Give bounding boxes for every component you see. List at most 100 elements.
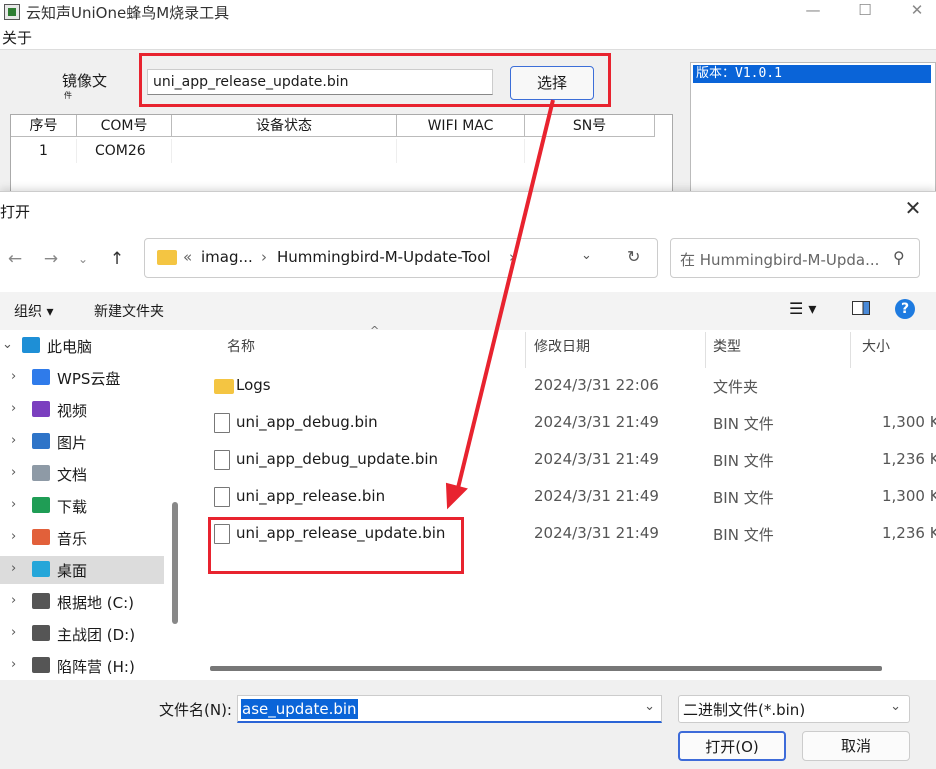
nav-item[interactable]: › WPS云盘: [0, 364, 164, 392]
chevron-right-icon[interactable]: ›: [11, 497, 16, 512]
open-button[interactable]: 打开(O): [678, 731, 786, 761]
file-size: 1,300 K: [882, 413, 936, 431]
dialog-footer: 文件名(N): ase_update.bin ⌄ 二进制文件(*.bin) ⌄ …: [0, 680, 936, 769]
filetype-value: 二进制文件(*.bin): [683, 701, 806, 719]
chevron-right-icon[interactable]: ›: [11, 369, 16, 384]
chevron-right-icon[interactable]: ›: [11, 529, 16, 544]
up-folder-icon[interactable]: ↑: [106, 248, 128, 270]
file-row[interactable]: uni_app_debug.bin 2024/3/31 21:49 BIN 文件 1,…: [210, 409, 936, 439]
file-icon: [214, 413, 230, 433]
chevron-right-icon[interactable]: ›: [11, 401, 16, 416]
chevron-right-icon[interactable]: ›: [11, 625, 16, 640]
column-header-size[interactable]: 大小: [862, 336, 890, 356]
nav-item-label: 视频: [57, 402, 88, 420]
music-icon: [32, 529, 50, 545]
drive-h-icon: [32, 657, 50, 673]
back-icon[interactable]: ←: [4, 248, 26, 270]
app-icon: [4, 4, 20, 20]
chevron-right-icon[interactable]: ›: [11, 593, 16, 608]
documents-icon: [32, 465, 50, 481]
search-icon[interactable]: ⚲: [893, 248, 905, 267]
nav-item-label: 桌面: [57, 562, 88, 580]
file-row[interactable]: uni_app_release.bin 2024/3/31 21:49 BIN 文件…: [210, 483, 936, 513]
nav-scrollbar[interactable]: [172, 502, 178, 624]
new-folder-button[interactable]: 新建文件夹: [94, 301, 164, 321]
filename-value[interactable]: ase_update.bin: [241, 699, 358, 719]
breadcrumb-images[interactable]: imag...: [201, 248, 253, 266]
organize-menu[interactable]: 组织 ▾: [14, 301, 53, 321]
file-name: Logs: [236, 376, 271, 394]
chevron-right-icon[interactable]: ›: [11, 433, 16, 448]
chevron-right-icon[interactable]: ›: [11, 465, 16, 480]
dialog-title: 打开: [0, 203, 31, 221]
dialog-close-icon[interactable]: ✕: [902, 198, 924, 220]
column-header-date[interactable]: 修改日期: [534, 336, 590, 356]
computer-icon: [22, 337, 40, 353]
filetype-dropdown-icon[interactable]: ⌄: [890, 699, 901, 714]
help-icon[interactable]: ?: [895, 299, 915, 319]
cancel-button[interactable]: 取消: [802, 731, 910, 761]
nav-item[interactable]: › 下载: [0, 492, 164, 520]
nav-item-label: 图片: [57, 434, 88, 452]
file-list: ^ 名称 修改日期 类型 大小 Logs 2024/3/31 22:06 文件夹 un…: [190, 324, 936, 680]
cloud-icon: [32, 369, 50, 385]
filename-input[interactable]: ase_update.bin ⌄: [237, 695, 662, 723]
file-type: BIN 文件: [713, 526, 774, 544]
nav-item[interactable]: › 文档: [0, 460, 164, 488]
minimize-icon[interactable]: —: [790, 0, 836, 24]
file-name: uni_app_debug.bin: [236, 413, 378, 431]
version-item[interactable]: 版本：V1.0.1: [693, 65, 931, 83]
download-icon: [32, 497, 50, 513]
nav-item[interactable]: › 音乐: [0, 524, 164, 552]
refresh-icon[interactable]: ↻: [627, 247, 640, 266]
nav-item-label: 根据地 (C:): [57, 594, 134, 612]
file-type: BIN 文件: [713, 452, 774, 470]
filename-dropdown-icon[interactable]: ⌄: [644, 699, 655, 714]
app-title: 云知声UniOne蜂鸟M烧录工具: [26, 4, 230, 22]
maximize-icon[interactable]: ☐: [842, 0, 888, 24]
open-file-dialog: 打开 ✕ ← → ⌄ ↑ « imag... › Hummingbird-M-U…: [0, 191, 936, 769]
version-list: 版本：V1.0.1: [690, 62, 936, 197]
file-row[interactable]: uni_app_debug_update.bin 2024/3/31 21:49 B…: [210, 446, 936, 476]
table-header: COM号: [77, 115, 172, 137]
annotation-box-top: [139, 53, 611, 107]
preview-pane-icon[interactable]: [852, 301, 870, 315]
column-header-name[interactable]: 名称: [227, 336, 255, 356]
annotation-box-file: [208, 517, 464, 574]
address-overflow[interactable]: «: [183, 248, 192, 266]
image-file-label: 镜像文件: [62, 72, 108, 100]
file-date: 2024/3/31 21:49: [534, 524, 659, 542]
file-size: 1,236 K: [882, 524, 936, 542]
table-cell-com: COM26: [77, 139, 172, 163]
horizontal-scrollbar[interactable]: [210, 666, 882, 671]
search-box[interactable]: 在 Hummingbird-M-Upda... ⚲: [670, 238, 920, 278]
address-bar[interactable]: « imag... › Hummingbird-M-Update-Tool › …: [144, 238, 658, 278]
breadcrumb-current-folder[interactable]: Hummingbird-M-Update-Tool: [277, 248, 491, 266]
forward-icon[interactable]: →: [40, 248, 62, 270]
address-dropdown-icon[interactable]: ⌄: [581, 248, 592, 263]
file-date: 2024/3/31 21:49: [534, 450, 659, 468]
close-window-icon[interactable]: ✕: [894, 0, 936, 24]
table-header: WIFI MAC: [397, 115, 525, 137]
file-date: 2024/3/31 22:06: [534, 376, 659, 394]
drive-c-icon: [32, 593, 50, 609]
table-header: 设备状态: [172, 115, 397, 137]
nav-item[interactable]: › 桌面: [0, 556, 164, 584]
folder-icon: [214, 379, 234, 394]
nav-item[interactable]: › 视频: [0, 396, 164, 424]
nav-item[interactable]: › 主战团 (D:): [0, 620, 164, 648]
nav-item[interactable]: › 图片: [0, 428, 164, 456]
file-row[interactable]: Logs 2024/3/31 22:06 文件夹: [210, 372, 930, 402]
video-icon: [32, 401, 50, 417]
chevron-right-icon[interactable]: ›: [11, 561, 16, 576]
nav-item[interactable]: ⌄ 此电脑: [0, 332, 164, 360]
filetype-select[interactable]: 二进制文件(*.bin) ⌄: [678, 695, 910, 723]
column-header-type[interactable]: 类型: [713, 336, 741, 356]
recent-locations-icon[interactable]: ⌄: [72, 248, 94, 270]
chevron-right-icon[interactable]: ›: [11, 657, 16, 672]
nav-item[interactable]: › 根据地 (C:): [0, 588, 164, 616]
view-options-icon[interactable]: ☰ ▾: [789, 299, 816, 318]
nav-item[interactable]: › 陷阵营 (H:): [0, 652, 164, 680]
chevron-down-icon[interactable]: ⌄: [2, 337, 13, 352]
menu-about[interactable]: 关于: [2, 27, 32, 48]
